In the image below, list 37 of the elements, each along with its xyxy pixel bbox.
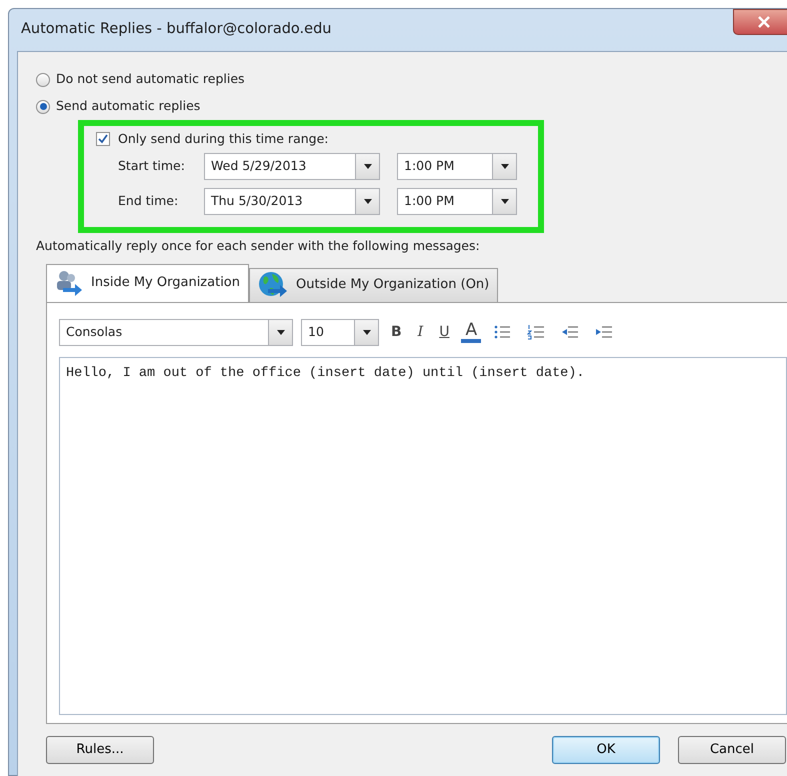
italic-button[interactable]: I bbox=[414, 322, 428, 343]
bold-button[interactable]: B bbox=[387, 322, 406, 343]
radio-label[interactable]: Do not send automatic replies bbox=[56, 70, 245, 89]
time-dropdown[interactable]: 1:00 PM bbox=[397, 152, 517, 180]
dropdown-arrow-icon bbox=[364, 198, 372, 204]
tab[interactable]: Inside My Organization bbox=[46, 264, 249, 302]
dropdown-arrow-icon bbox=[500, 164, 508, 169]
radio-button[interactable] bbox=[36, 100, 50, 114]
dropdown-arrow-icon bbox=[276, 330, 284, 335]
checkbox-label[interactable]: Only send during this time range: bbox=[118, 130, 328, 149]
radio-label[interactable]: Send automatic replies bbox=[56, 97, 200, 116]
radio-button[interactable] bbox=[36, 72, 50, 86]
people-icon bbox=[55, 270, 83, 296]
dropdown-arrow-icon bbox=[364, 164, 372, 169]
field-label: End time: bbox=[118, 192, 180, 210]
date-dropdown[interactable]: Wed 5/29/2013 bbox=[204, 152, 380, 180]
tab[interactable]: Outside My Organization (On) bbox=[249, 268, 498, 302]
dialog-button[interactable]: OK bbox=[552, 736, 660, 764]
checkbox[interactable] bbox=[96, 132, 110, 146]
close-icon bbox=[757, 16, 771, 28]
window-title: Automatic Replies - buffalor@colorado.edu bbox=[21, 20, 332, 40]
dropdown-arrow-icon bbox=[362, 330, 370, 335]
field-label: Start time: bbox=[118, 156, 186, 175]
close-button[interactable] bbox=[733, 9, 787, 35]
dropdown-arrow-icon bbox=[500, 198, 508, 204]
globe-icon bbox=[258, 271, 288, 299]
font-size-dropdown[interactable]: 10 bbox=[301, 319, 379, 346]
font-dropdown[interactable]: Consolas bbox=[59, 319, 293, 346]
message-text: Hello, I am out of the office (insert date) until (insert date). bbox=[66, 364, 586, 382]
time-dropdown[interactable]: 1:00 PM bbox=[397, 188, 517, 215]
date-dropdown[interactable]: Thu 5/30/2013 bbox=[204, 188, 380, 215]
underline-button[interactable]: U bbox=[435, 322, 454, 343]
message-text-area[interactable]: Hello, I am out of the office (insert date) until (insert date). bbox=[59, 356, 787, 714]
font-color-button[interactable]: A bbox=[461, 322, 482, 343]
instruction-text: Automatically reply once for each sender with the following messages: bbox=[36, 236, 481, 255]
dialog-button[interactable]: Cancel bbox=[678, 736, 786, 764]
dialog-button[interactable]: Rules... bbox=[46, 736, 154, 764]
